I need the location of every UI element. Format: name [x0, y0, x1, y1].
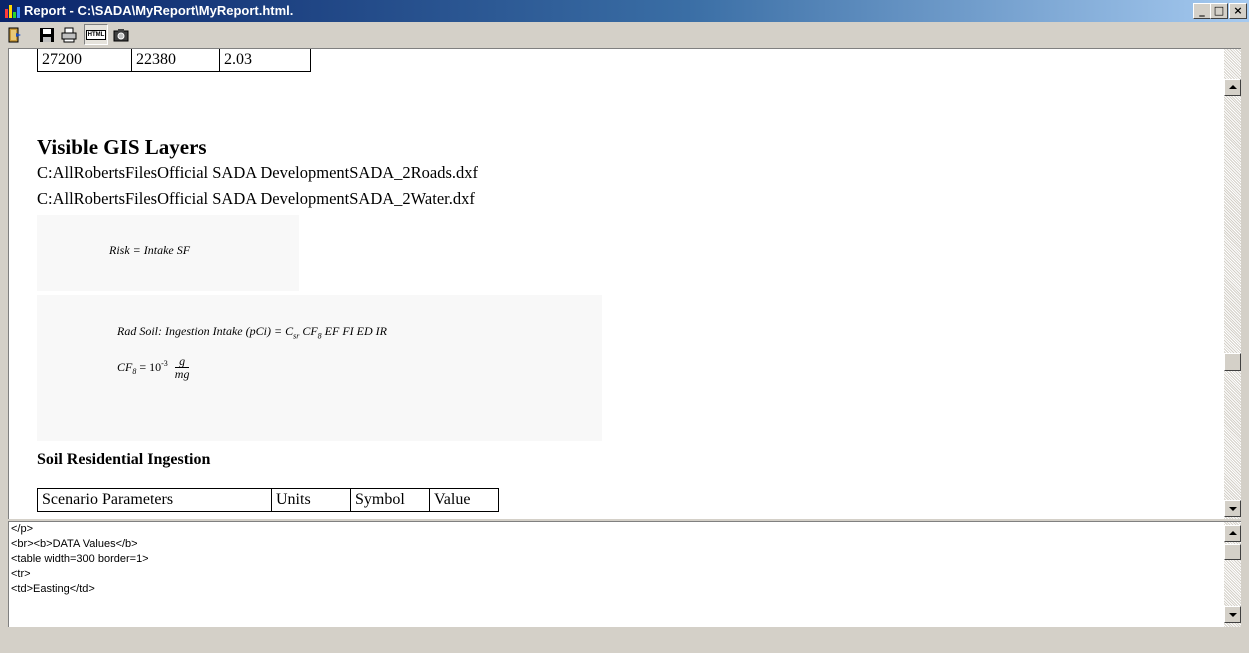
scroll-down-button[interactable] — [1224, 606, 1241, 623]
equation-fraction: g mg — [174, 355, 190, 381]
source-vertical-scrollbar[interactable] — [1224, 522, 1241, 627]
scenario-parameters-table: Scenario Parameters Units Symbol Value — [37, 488, 499, 512]
minimize-button[interactable]: _ — [1193, 3, 1211, 19]
exit-icon — [8, 27, 21, 42]
table-header-cell: Scenario Parameters — [37, 488, 272, 512]
scroll-down-button[interactable] — [1224, 500, 1241, 517]
bar-chart-icon — [4, 3, 20, 19]
toolbar: HTML — [0, 22, 1249, 48]
gis-layer-path: C:AllRobertsFilesOfficial SADA Developme… — [37, 189, 475, 208]
window-title: Report - C:\SADA\MyReport\MyReport.html. — [24, 3, 294, 18]
equation-denominator: mg — [174, 367, 190, 381]
gis-layers-heading: Visible GIS Layers — [37, 135, 207, 159]
equation-subscript: 8 — [132, 367, 137, 377]
report-content: 27200 22380 2.03 Visible GIS Layers C:Al… — [9, 49, 1224, 519]
close-button[interactable]: × — [1229, 3, 1247, 19]
source-line: <br><b>DATA Values</b> — [11, 538, 138, 550]
html-source-textbox[interactable]: </p> <br><b>DATA Values</b> <table width… — [8, 521, 1241, 627]
gis-layer-path: C:AllRobertsFilesOfficial SADA Developme… — [37, 163, 479, 182]
table-header-cell: Units — [271, 488, 351, 512]
save-button[interactable] — [36, 24, 57, 45]
table-cell: 22380 — [131, 49, 220, 72]
report-view-pane[interactable]: 27200 22380 2.03 Visible GIS Layers C:Al… — [8, 48, 1241, 519]
table-header-cell: Value — [429, 488, 499, 512]
table-cell: 27200 — [37, 49, 132, 72]
rad-soil-equation: Rad Soil: Ingestion Intake (pCi) = Csr C… — [117, 324, 387, 340]
coordinates-table: 27200 22380 2.03 — [37, 49, 311, 72]
scroll-thumb[interactable] — [1224, 544, 1241, 560]
risk-equation-image: Risk = Intake SF — [37, 215, 299, 291]
save-icon — [39, 27, 54, 42]
cf8-equation: CF8 = 10-3 g mg — [117, 355, 190, 381]
print-icon — [61, 27, 76, 42]
maximize-icon: □ — [1213, 4, 1225, 17]
camera-icon — [113, 28, 128, 41]
status-bar — [0, 630, 1249, 653]
report-vertical-scrollbar[interactable] — [1224, 49, 1241, 519]
equation-text: CF — [299, 324, 318, 338]
scroll-thumb[interactable] — [1224, 353, 1241, 371]
source-line: <table width=300 border=1> — [11, 553, 149, 565]
equation-text: EF FI ED IR — [321, 324, 387, 338]
minimize-icon: _ — [1199, 4, 1205, 17]
source-line: </p> — [11, 523, 34, 535]
equation-text: = 10 — [139, 359, 162, 374]
snapshot-button[interactable] — [110, 24, 131, 45]
source-line: <tr> — [11, 568, 31, 580]
scroll-up-button[interactable] — [1224, 525, 1241, 542]
html-view-button[interactable]: HTML — [84, 24, 108, 45]
arrow-up-icon — [1229, 531, 1237, 535]
scroll-up-button[interactable] — [1224, 79, 1241, 96]
table-header-cell: Symbol — [350, 488, 430, 512]
soil-ingestion-heading: Soil Residential Ingestion — [37, 451, 211, 468]
table-row: 27200 22380 2.03 — [37, 49, 311, 72]
equation-exponent: -3 — [161, 358, 168, 368]
maximize-button[interactable]: □ — [1210, 3, 1228, 19]
source-lines: </p> <br><b>DATA Values</b> <table width… — [11, 522, 149, 597]
exit-button[interactable] — [4, 24, 25, 45]
arrow-down-icon — [1229, 507, 1237, 511]
equation-text: CF — [117, 359, 133, 374]
source-line: <td>Easting</td> — [11, 583, 95, 595]
arrow-down-icon — [1229, 613, 1237, 617]
print-button[interactable] — [58, 24, 79, 45]
arrow-up-icon — [1229, 85, 1237, 89]
table-header-row: Scenario Parameters Units Symbol Value — [37, 488, 499, 512]
table-cell: 2.03 — [219, 49, 311, 72]
close-icon: × — [1233, 4, 1243, 17]
rad-soil-equation-image: Rad Soil: Ingestion Intake (pCi) = Csr C… — [37, 295, 602, 441]
risk-equation: Risk = Intake SF — [109, 243, 191, 257]
equation-text: Rad Soil: Ingestion Intake (pCi) = C — [117, 324, 294, 338]
title-bar: Report - C:\SADA\MyReport\MyReport.html.… — [0, 0, 1249, 22]
html-view-icon: HTML — [85, 29, 107, 40]
